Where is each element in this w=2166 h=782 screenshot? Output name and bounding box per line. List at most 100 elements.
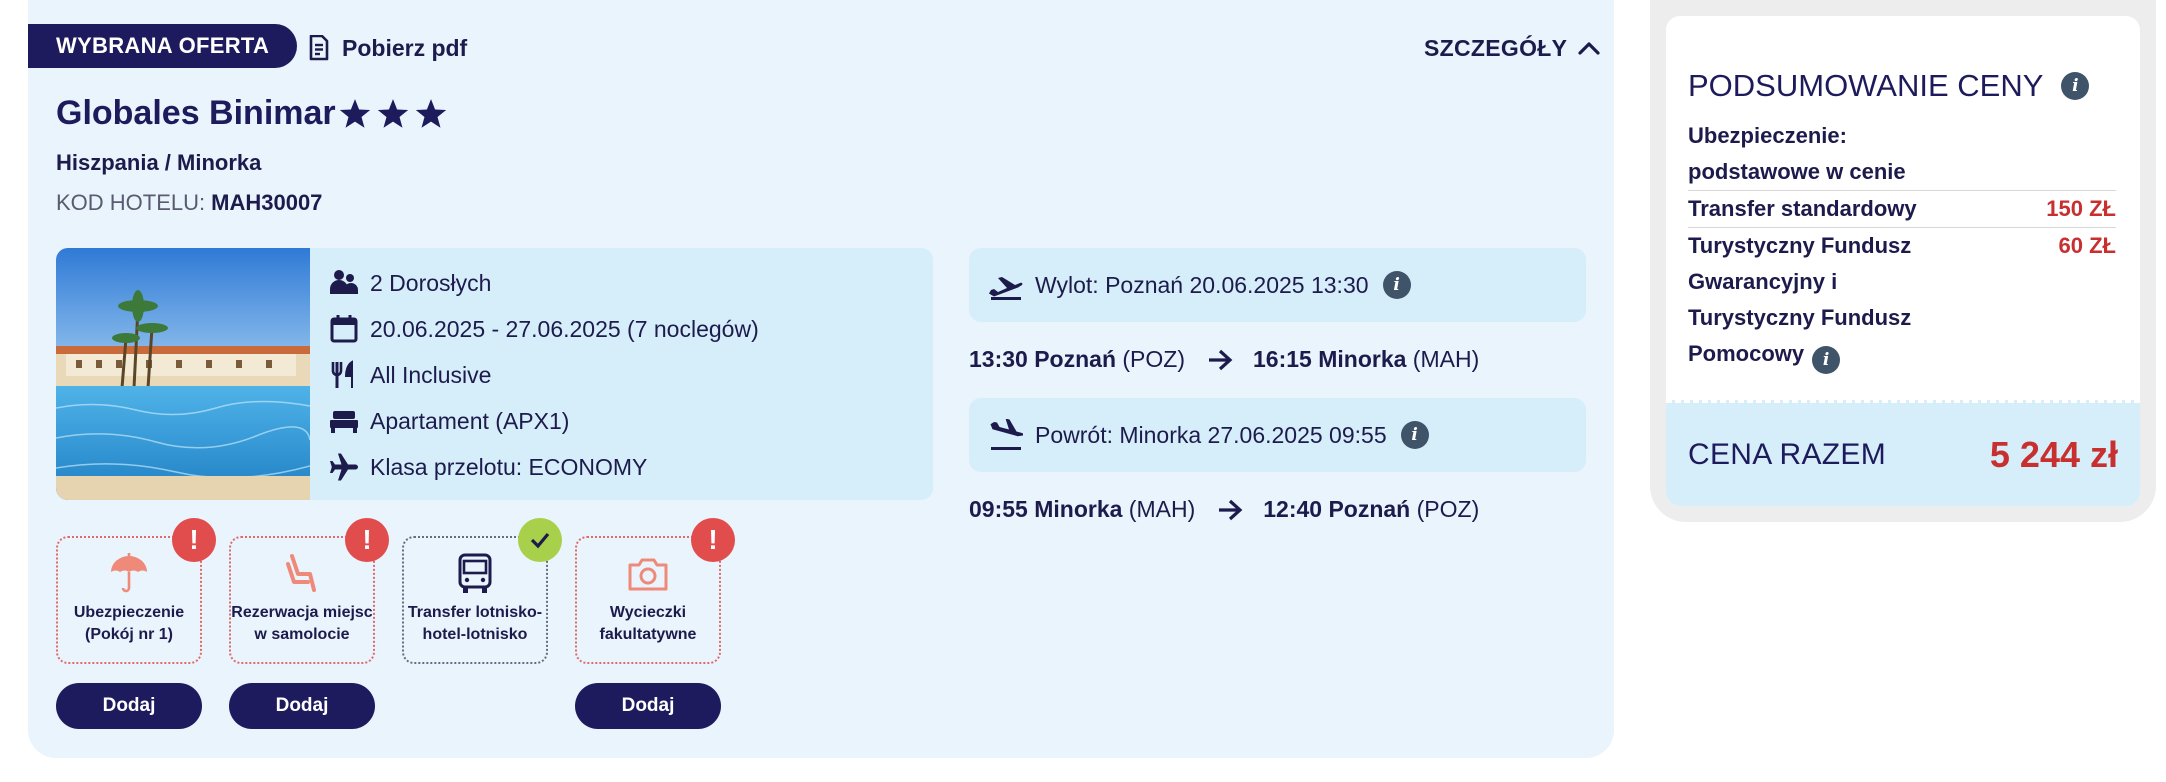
addon-seat-label: Rezerwacja miejsc w samolocie [231,602,373,646]
outbound-arr-city: Minorka [1318,346,1407,372]
warning-icon: ! [172,518,216,562]
hotel-name: Globales Binimar [56,94,452,133]
insurance-label: Ubezpieczenie: podstawowe w cenie [1688,118,1938,190]
travelers-row: 2 Dorosłych [328,260,759,306]
board-row: All Inclusive [328,352,759,398]
fund-line: Turystyczny Fundusz [1688,233,1912,258]
arrow-right-icon [1219,499,1243,520]
addon-label-line: Rezerwacja miejsc [231,604,373,621]
hotel-code-label: KOD HOTELU: [56,190,206,215]
fund-line: Turystyczny Fundusz [1688,305,1912,330]
price-rows: Ubezpieczenie: podstawowe w cenie Transfe… [1688,118,2116,374]
outbound-dep-code: (POZ) [1122,346,1185,372]
price-summary-panel: PODSUMOWANIE CENY i Ubezpieczenie: podsta… [1650,0,2156,522]
star-icon [339,98,370,128]
outbound-arr-time: 16:15 [1253,346,1312,372]
return-dep-city: Minorka [1034,496,1123,522]
fund-price: 60 ZŁ [2058,233,2116,258]
fund-line: Pomocowy [1688,341,1805,366]
document-icon [309,35,329,61]
outbound-info-icon[interactable]: i [1382,271,1411,299]
details-toggle[interactable]: SZCZEGÓŁY [1424,30,1601,66]
camera-icon [628,558,668,591]
calendar-icon [330,315,358,343]
umbrella-icon [111,553,147,593]
room-row: Apartament (APX1) [328,398,759,444]
addon-excursions-label: Wycieczki fakultatywne [577,602,719,646]
insurance-line: Ubezpieczenie: [1688,123,1847,148]
addon-label-line: Ubezpieczenie [73,604,185,621]
room-text: Apartament (APX1) [370,407,570,434]
fund-info-icon[interactable]: i [1812,346,1841,374]
landing-icon [990,419,1023,450]
offer-info-panel: 2 Dorosłych 20.06.2025 - 27.06.2025 (7 n… [56,248,933,500]
outbound-route: 13:30 Poznań (POZ) 16:15 Minorka (MAH) [969,346,1479,373]
dates-text: 20.06.2025 - 27.06.2025 (7 noclegów) [370,315,759,342]
hotel-photo[interactable] [56,248,310,500]
chevron-up-icon [1578,42,1600,55]
fund-label: Turystyczny Fundusz Gwarancyjny i Turystyc… [1688,228,1938,374]
star-icon [377,98,408,128]
addon-insurance[interactable]: Ubezpieczenie (Pokój nr 1) ! [56,518,216,664]
hotel-location: Hiszpania / Minorka [56,150,262,175]
seat-icon [286,554,316,592]
addon-seat-reservation[interactable]: Rezerwacja miejsc w samolocie ! [229,518,389,664]
addon-excursions[interactable]: Wycieczki fakultatywne ! [575,518,735,664]
travelers-text: 2 Dorosłych [370,269,492,296]
hotel-code: KOD HOTELU: MAH30007 [56,190,322,216]
addon-insurance-label: Ubezpieczenie (Pokój nr 1) [58,602,200,646]
checkmark-icon [518,518,562,562]
takeoff-icon [989,277,1023,300]
download-pdf-label: Pobierz pdf [342,34,468,61]
cutlery-icon [331,360,353,388]
price-info-icon[interactable]: i [2061,72,2090,100]
addon-label-line: w samolocie [254,626,350,643]
add-seat-reservation-button[interactable]: Dodaj [229,683,375,729]
hotel-name-text: Globales Binimar [56,94,336,132]
details-label: SZCZEGÓŁY [1424,34,1568,61]
insurance-line: podstawowe w cenie [1688,159,1906,184]
warning-icon: ! [345,518,389,562]
return-arr-code: (POZ) [1416,496,1480,522]
price-summary-title-text: PODSUMOWANIE CENY [1688,68,2044,103]
total-price-box: CENA RAZEM 5 244 zł [1666,400,2140,506]
add-insurance-button[interactable]: Dodaj [56,683,202,729]
price-summary-title: PODSUMOWANIE CENY i [1688,68,2090,104]
outbound-flight-box: Wylot: Poznań 20.06.2025 13:30 i [969,248,1586,322]
hotel-stars [338,97,452,131]
star-icon [415,98,446,128]
return-dep-time: 09:55 [969,496,1028,522]
price-row-fund: Turystyczny Fundusz Gwarancyjny i Turystyc… [1688,228,2116,374]
price-summary-card: PODSUMOWANIE CENY i Ubezpieczenie: podsta… [1666,16,2140,506]
price-row-insurance: Ubezpieczenie: podstawowe w cenie [1688,118,2116,191]
transfer-label: Transfer standardowy [1688,196,1917,221]
return-info-icon[interactable]: i [1400,421,1429,449]
flight-class-text: Klasa przelotu: ECONOMY [370,453,648,480]
return-label: Powrót: Minorka 27.06.2025 09:55 [1035,421,1387,448]
return-arr-city: Poznań [1328,496,1411,522]
return-flight-box: Powrót: Minorka 27.06.2025 09:55 i [969,398,1586,472]
price-row-transfer: Transfer standardowy 150 ZŁ [1688,191,2116,228]
outbound-arr-code: (MAH) [1412,346,1480,372]
fund-line: Gwarancyjny i [1688,269,1838,294]
arrow-right-icon [1209,349,1233,370]
warning-icon: ! [691,518,735,562]
transfer-price: 150 ZŁ [2046,196,2116,221]
addon-transfer[interactable]: Transfer lotnisko-hotel-lotnisko [402,518,562,664]
add-excursions-button[interactable]: Dodaj [575,683,721,729]
download-pdf-link[interactable]: Pobierz pdf [308,30,467,66]
outbound-dep-city: Poznań [1034,346,1116,372]
outbound-label: Wylot: Poznań 20.06.2025 13:30 [1035,271,1369,298]
addon-label-line: Wycieczki [609,604,687,621]
bed-icon [330,411,358,433]
addon-transfer-label: Transfer lotnisko-hotel-lotnisko [404,602,546,646]
total-value: 5 244 zł [1989,433,2118,475]
return-arr-time: 12:40 [1263,496,1323,522]
flight-class-row: Klasa przelotu: ECONOMY [328,444,759,490]
addon-label-line: hotel-lotnisko [422,626,528,643]
outbound-dep-time: 13:30 [969,346,1028,372]
return-route: 09:55 Minorka (MAH) 12:40 Poznań (POZ) [969,496,1479,523]
return-dep-code: (MAH) [1128,496,1196,522]
people-icon [330,270,358,294]
total-label: CENA RAZEM [1688,437,1887,471]
